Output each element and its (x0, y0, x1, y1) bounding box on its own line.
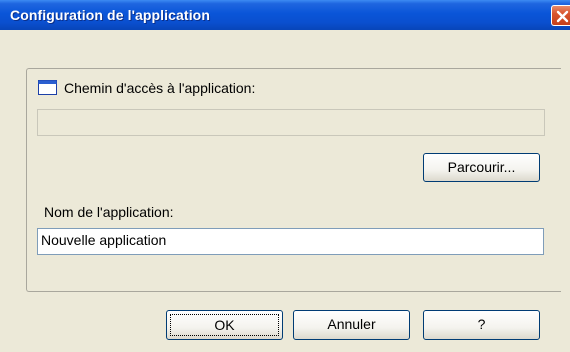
browse-button[interactable]: Parcourir... (423, 153, 540, 182)
name-label: Nom de l'application: (44, 204, 174, 220)
ok-button-label: OK (170, 314, 279, 336)
window-title: Configuration de l'application (10, 7, 210, 23)
window-icon (38, 80, 57, 95)
dialog-window: Configuration de l'application Chemin d'… (0, 0, 570, 352)
name-field[interactable]: Nouvelle application (37, 228, 544, 255)
cancel-button[interactable]: Annuler (293, 310, 410, 340)
close-button[interactable] (551, 5, 570, 26)
close-icon (556, 10, 569, 23)
help-button[interactable]: ? (423, 310, 540, 340)
path-field[interactable] (37, 109, 545, 136)
ok-button[interactable]: OK (166, 310, 283, 340)
path-label: Chemin d'accès à l'application: (64, 80, 256, 96)
title-bar[interactable]: Configuration de l'application (0, 0, 570, 30)
